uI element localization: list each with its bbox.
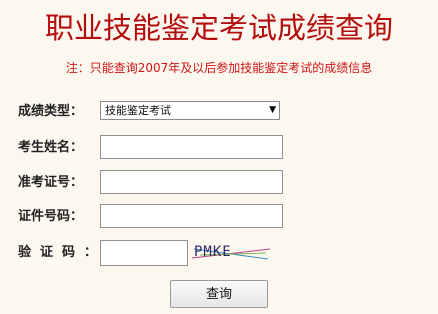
score-type-select[interactable]: 技能鉴定考试 ▼ (100, 101, 280, 120)
score-type-row: 成绩类型： 技能鉴定考试 ▼ (0, 99, 438, 125)
query-button[interactable]: 查询 (170, 280, 268, 308)
admission-no-label: 准考证号： (18, 175, 84, 190)
captcha-row: 验证码： PMKE (0, 240, 438, 266)
page-title: 职业技能鉴定考试成绩查询 (44, 11, 393, 45)
id-no-row: 证件号码： (0, 204, 438, 230)
score-type-value: 技能鉴定考试 (105, 104, 171, 117)
admission-no-row: 准考证号： (0, 170, 438, 196)
name-label: 考生姓名： (18, 140, 84, 155)
admission-no-input[interactable] (100, 170, 283, 194)
name-row: 考生姓名： (0, 135, 438, 161)
captcha-label: 验证码： (18, 245, 107, 260)
captcha-text: PMKE (194, 244, 232, 260)
name-input[interactable] (100, 135, 283, 159)
notice-text: 注：只能查询2007年及以后参加技能鉴定考试的成绩信息 (65, 61, 373, 75)
triangle-down-icon: ▼ (269, 105, 276, 115)
score-type-label: 成绩类型： (18, 104, 84, 119)
id-no-input[interactable] (100, 204, 283, 228)
captcha-image[interactable]: PMKE (190, 243, 272, 263)
id-no-label: 证件号码： (18, 209, 84, 224)
captcha-input[interactable] (100, 240, 188, 266)
